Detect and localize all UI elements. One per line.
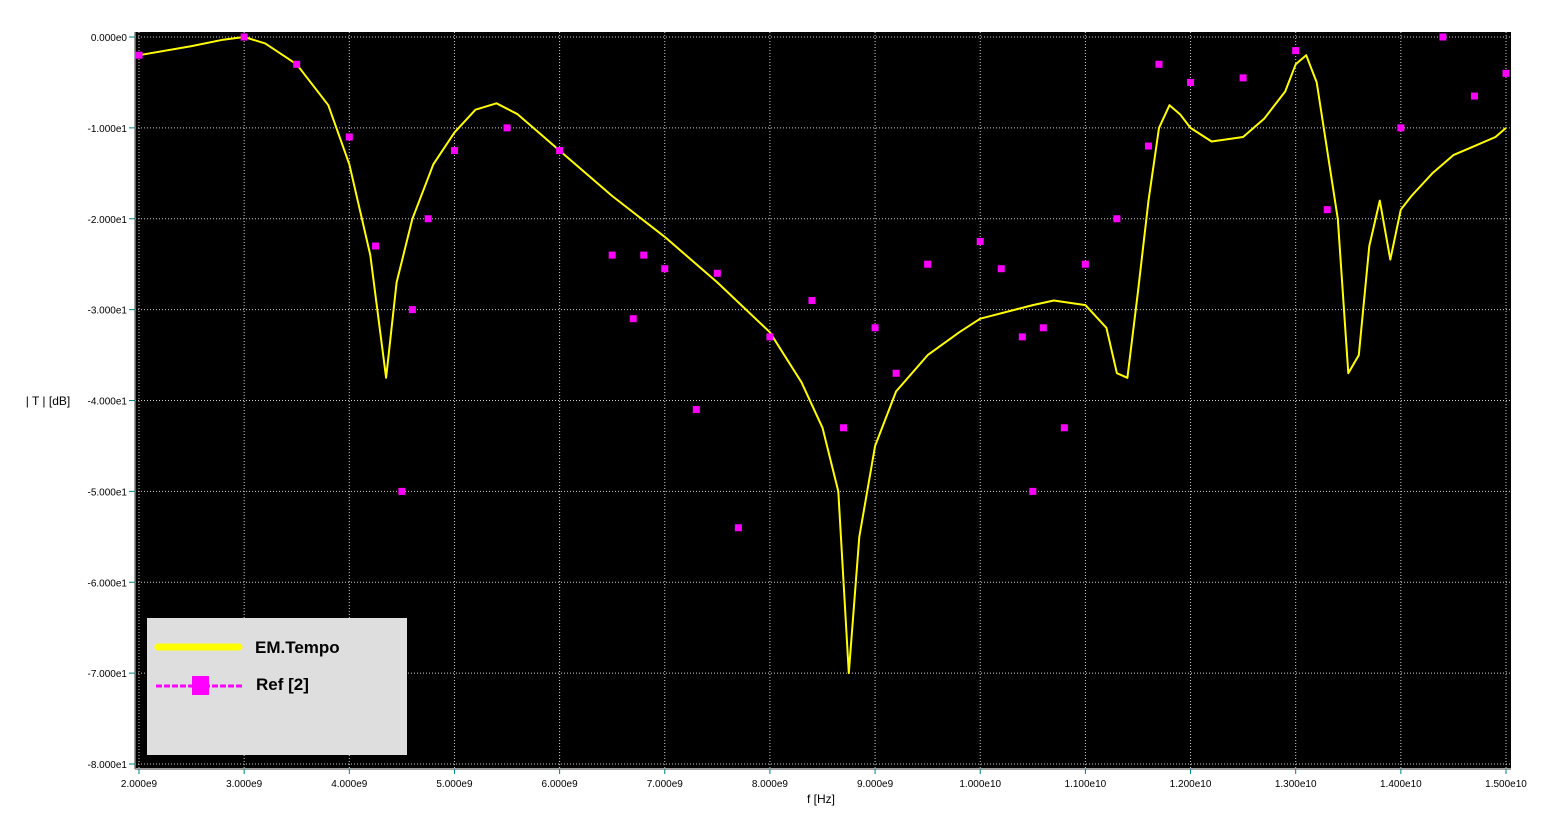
x-tick-label: 5.000e9 [436, 779, 473, 790]
data-point-ref [1155, 60, 1163, 68]
x-tick-label: 8.000e9 [752, 779, 789, 790]
x-tick-label: 1.200e10 [1170, 779, 1212, 790]
data-point-ref [976, 237, 984, 245]
data-point-ref [293, 60, 301, 68]
x-tick-label: 1.300e10 [1275, 779, 1317, 790]
data-point-ref [766, 333, 774, 341]
chart: 2.000e9 3.000e9 4.000e9 5.000e9 6.000e9 7.000… [26, 32, 1527, 806]
data-point-ref [1502, 69, 1510, 77]
y-tick-label: -4.000e1 [88, 397, 128, 408]
data-point-ref [1439, 33, 1447, 41]
data-point-ref [1060, 424, 1068, 432]
x-tick-label: 6.000e9 [542, 779, 579, 790]
data-point-ref [840, 424, 848, 432]
legend: EM.Tempo Ref [2] [147, 618, 407, 755]
x-axis-label: f [Hz] [807, 792, 835, 806]
y-tick-label: -7.000e1 [88, 669, 128, 680]
y-tick-label: -1.000e1 [88, 124, 128, 135]
x-tick-label: 1.500e10 [1485, 779, 1527, 790]
data-point-ref [135, 51, 143, 59]
data-point-ref [997, 265, 1005, 273]
data-point-ref [424, 215, 432, 223]
data-point-ref [1292, 47, 1300, 55]
data-point-ref [1187, 78, 1195, 86]
data-point-ref [892, 369, 900, 377]
data-point-ref [503, 124, 511, 132]
data-point-ref [240, 33, 248, 41]
data-point-ref [629, 315, 637, 323]
data-point-ref [398, 487, 406, 495]
data-point-ref [640, 251, 648, 259]
data-point-ref [1029, 487, 1037, 495]
x-tick-label: 4.000e9 [331, 779, 368, 790]
data-point-ref [372, 242, 380, 250]
x-tick-label: 2.000e9 [121, 779, 158, 790]
x-tick-label: 9.000e9 [857, 779, 894, 790]
x-tick-label: 3.000e9 [226, 779, 263, 790]
data-point-ref [713, 269, 721, 277]
data-point-ref [692, 406, 700, 414]
x-tick-label: 7.000e9 [647, 779, 684, 790]
data-point-ref [1323, 206, 1331, 214]
x-ticks: 2.000e9 3.000e9 4.000e9 5.000e9 6.000e9 7.000… [121, 769, 1527, 790]
data-point-ref [556, 147, 564, 155]
data-point-ref [661, 265, 669, 273]
y-ticks: 0.000e0 -1.000e1 -2.000e1 -3.000e1 -4.000e1 -… [88, 33, 135, 771]
data-point-ref [1039, 324, 1047, 332]
y-tick-label: -2.000e1 [88, 215, 128, 226]
legend-marker-ref [192, 676, 209, 695]
data-point-ref [450, 147, 458, 155]
y-tick-label: -6.000e1 [88, 578, 128, 589]
legend-label-ref: Ref [2] [256, 675, 309, 694]
y-tick-label: -3.000e1 [88, 306, 128, 317]
legend-label-emtempo: EM.Tempo [255, 638, 340, 657]
x-tick-label: 1.000e10 [959, 779, 1001, 790]
data-point-ref [734, 524, 742, 532]
x-tick-label: 1.400e10 [1380, 779, 1422, 790]
data-point-ref [1470, 92, 1478, 100]
data-point-ref [408, 306, 416, 314]
y-tick-label: -8.000e1 [88, 760, 128, 771]
data-point-ref [871, 324, 879, 332]
data-point-ref [1397, 124, 1405, 132]
y-axis-label: | T | [dB] [26, 394, 70, 408]
y-tick-label: 0.000e0 [91, 33, 128, 44]
data-point-ref [1018, 333, 1026, 341]
data-point-ref [808, 297, 816, 305]
x-tick-label: 1.100e10 [1065, 779, 1107, 790]
data-point-ref [924, 260, 932, 268]
data-point-ref [345, 133, 353, 141]
data-point-ref [1239, 74, 1247, 82]
data-point-ref [1081, 260, 1089, 268]
data-point-ref [1144, 142, 1152, 150]
data-point-ref [608, 251, 616, 259]
y-tick-label: -5.000e1 [88, 487, 128, 498]
data-point-ref [1113, 215, 1121, 223]
